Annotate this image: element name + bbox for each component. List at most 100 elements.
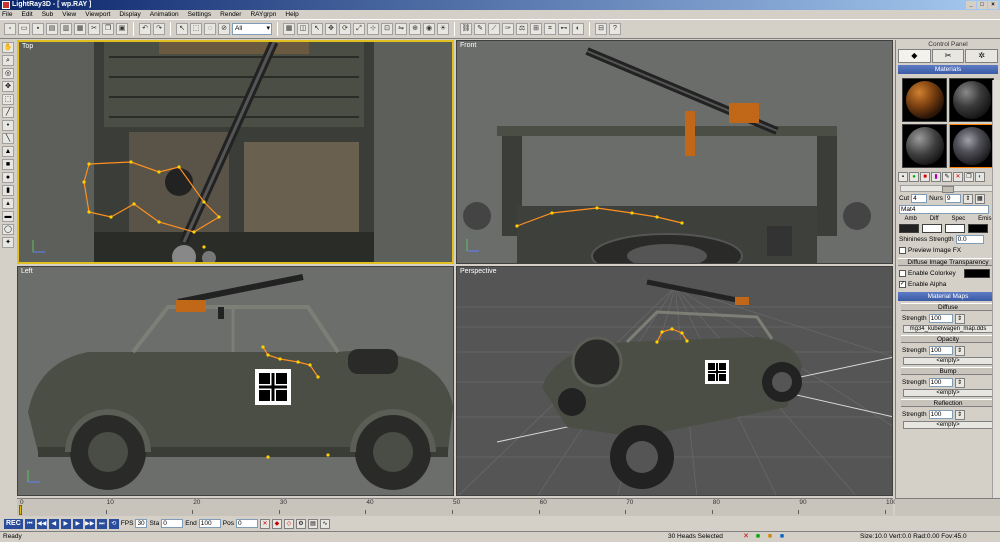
- sphere-icon[interactable]: ●: [2, 172, 14, 183]
- move-icon[interactable]: ✥: [325, 23, 337, 35]
- light-tool-icon[interactable]: ✦: [2, 237, 14, 248]
- material-slot[interactable]: [902, 78, 947, 122]
- export-icon[interactable]: ▥: [60, 23, 72, 35]
- paint-brush-icon[interactable]: ✎: [942, 172, 952, 182]
- material-slot[interactable]: [902, 124, 947, 168]
- minimize-button[interactable]: _: [966, 1, 976, 9]
- plane-icon[interactable]: ▬: [2, 211, 14, 222]
- strength-input[interactable]: 100: [928, 346, 953, 355]
- material-name-input[interactable]: Mat4: [899, 205, 989, 214]
- cylinder-material-icon[interactable]: ▮: [931, 172, 941, 182]
- key-icon[interactable]: ✕: [259, 518, 270, 529]
- menu-help[interactable]: Help: [285, 10, 298, 19]
- select-lasso-icon[interactable]: ◌: [204, 23, 216, 35]
- cylinder-icon[interactable]: ▮: [2, 185, 14, 196]
- map-file-button[interactable]: <empty>: [903, 389, 993, 397]
- menu-animation[interactable]: Animation: [150, 10, 179, 19]
- paste-icon[interactable]: ▣: [116, 23, 128, 35]
- light-icon[interactable]: ☀: [437, 23, 449, 35]
- panel-scrollbar[interactable]: [992, 80, 1000, 500]
- help-icon[interactable]: ?: [609, 23, 621, 35]
- close-button[interactable]: ×: [988, 1, 998, 9]
- red-cube-icon[interactable]: ■: [920, 172, 930, 182]
- orbit-icon[interactable]: ◎: [2, 68, 14, 79]
- menu-file[interactable]: File: [2, 10, 12, 19]
- diffuse-swatch[interactable]: [922, 224, 942, 233]
- color-grid-icon[interactable]: ▦: [974, 193, 985, 204]
- lock-icon[interactable]: ⊡: [381, 23, 393, 35]
- menu-edit[interactable]: Edit: [21, 10, 32, 19]
- save-icon[interactable]: ▪: [32, 23, 44, 35]
- select-arrow-icon[interactable]: ↖: [176, 23, 188, 35]
- uv-icon[interactable]: ⊞: [530, 23, 542, 35]
- strength-input[interactable]: 100: [928, 410, 953, 419]
- material-scrollbar[interactable]: [900, 185, 996, 193]
- spinner-icon[interactable]: ⇕: [954, 377, 965, 388]
- redo-icon[interactable]: ↷: [153, 23, 165, 35]
- curve-editor-icon[interactable]: ∿: [319, 518, 330, 529]
- vertex-icon[interactable]: •: [2, 120, 14, 131]
- scale-icon[interactable]: ⤢: [353, 23, 365, 35]
- bone-tool-icon[interactable]: ╱: [2, 107, 14, 118]
- delete-material-icon[interactable]: ✕: [953, 172, 963, 182]
- material-slot-selected[interactable]: [949, 124, 994, 168]
- alpha-checkbox[interactable]: ✓: [899, 281, 906, 288]
- first-frame-icon[interactable]: ⏮: [24, 518, 35, 529]
- selection-filter-dropdown[interactable]: All: [232, 23, 272, 35]
- box-icon[interactable]: ■: [2, 159, 14, 170]
- menu-view[interactable]: View: [62, 10, 76, 19]
- colorkey-swatch[interactable]: [963, 269, 990, 278]
- edge-icon[interactable]: ╲: [2, 133, 14, 144]
- ambient-swatch[interactable]: [899, 224, 919, 233]
- menu-raygrpn[interactable]: RAYgrpn: [250, 10, 276, 19]
- morph-icon[interactable]: ◐: [572, 23, 584, 35]
- cone-icon[interactable]: ▴: [2, 198, 14, 209]
- face-icon[interactable]: ▲: [2, 146, 14, 157]
- play-icon[interactable]: ▶: [60, 518, 71, 529]
- open-folder-icon[interactable]: ▭: [18, 23, 30, 35]
- menu-viewport[interactable]: Viewport: [85, 10, 110, 19]
- torus-icon[interactable]: ◯: [2, 224, 14, 235]
- emissive-swatch[interactable]: [968, 224, 988, 233]
- prev-key-icon[interactable]: ◀◀: [36, 518, 47, 529]
- cut-input[interactable]: 4: [911, 194, 928, 203]
- last-frame-icon[interactable]: ⏭: [96, 518, 107, 529]
- dope-sheet-icon[interactable]: ▤: [307, 518, 318, 529]
- pos-input[interactable]: 0: [235, 519, 258, 528]
- menu-render[interactable]: Render: [220, 10, 241, 19]
- mirror-icon[interactable]: ⇋: [395, 23, 407, 35]
- viewport-front[interactable]: Front: [456, 40, 893, 264]
- next-key-icon[interactable]: ▶▶: [84, 518, 95, 529]
- next-frame-icon[interactable]: ▶: [72, 518, 83, 529]
- green-sphere-icon[interactable]: ●: [909, 172, 919, 182]
- key-delete-icon[interactable]: ◇: [283, 518, 294, 529]
- tag-icon[interactable]: ⌗: [544, 23, 556, 35]
- shininess-input[interactable]: 0.0: [955, 235, 984, 244]
- loop-icon[interactable]: ⟲: [108, 518, 119, 529]
- materials-tab[interactable]: ◆: [898, 49, 931, 63]
- new-icon[interactable]: ▫: [4, 23, 16, 35]
- schematic-icon[interactable]: ⊟: [595, 23, 607, 35]
- colorkey-checkbox[interactable]: [899, 270, 906, 277]
- deselect-icon[interactable]: ⊘: [218, 23, 230, 35]
- pan-icon[interactable]: ✥: [2, 81, 14, 92]
- spinner-icon[interactable]: ⇕: [954, 345, 965, 356]
- pointer-icon[interactable]: ↖: [311, 23, 323, 35]
- spinner-icon[interactable]: ⇕: [954, 409, 965, 420]
- link-icon[interactable]: ⛓: [460, 23, 472, 35]
- paint-icon[interactable]: ✑: [502, 23, 514, 35]
- new-material-icon[interactable]: ▪: [898, 172, 908, 182]
- fps-input[interactable]: 30: [135, 519, 148, 528]
- viewport-left[interactable]: Left: [17, 266, 454, 496]
- settings-tab[interactable]: ✲: [965, 49, 999, 63]
- strength-input[interactable]: 100: [928, 314, 953, 323]
- copy-material-icon[interactable]: ❐: [964, 172, 974, 182]
- grid-icon[interactable]: ▦: [283, 23, 295, 35]
- spinner-icon[interactable]: ⇕: [954, 313, 965, 324]
- bone-icon[interactable]: ⟋: [488, 23, 500, 35]
- viewport-top[interactable]: Top: [17, 40, 454, 264]
- print-icon[interactable]: ▦: [74, 23, 86, 35]
- map-file-button[interactable]: <empty>: [903, 421, 993, 429]
- prev-frame-icon[interactable]: ◀: [48, 518, 59, 529]
- import-icon[interactable]: ▤: [46, 23, 58, 35]
